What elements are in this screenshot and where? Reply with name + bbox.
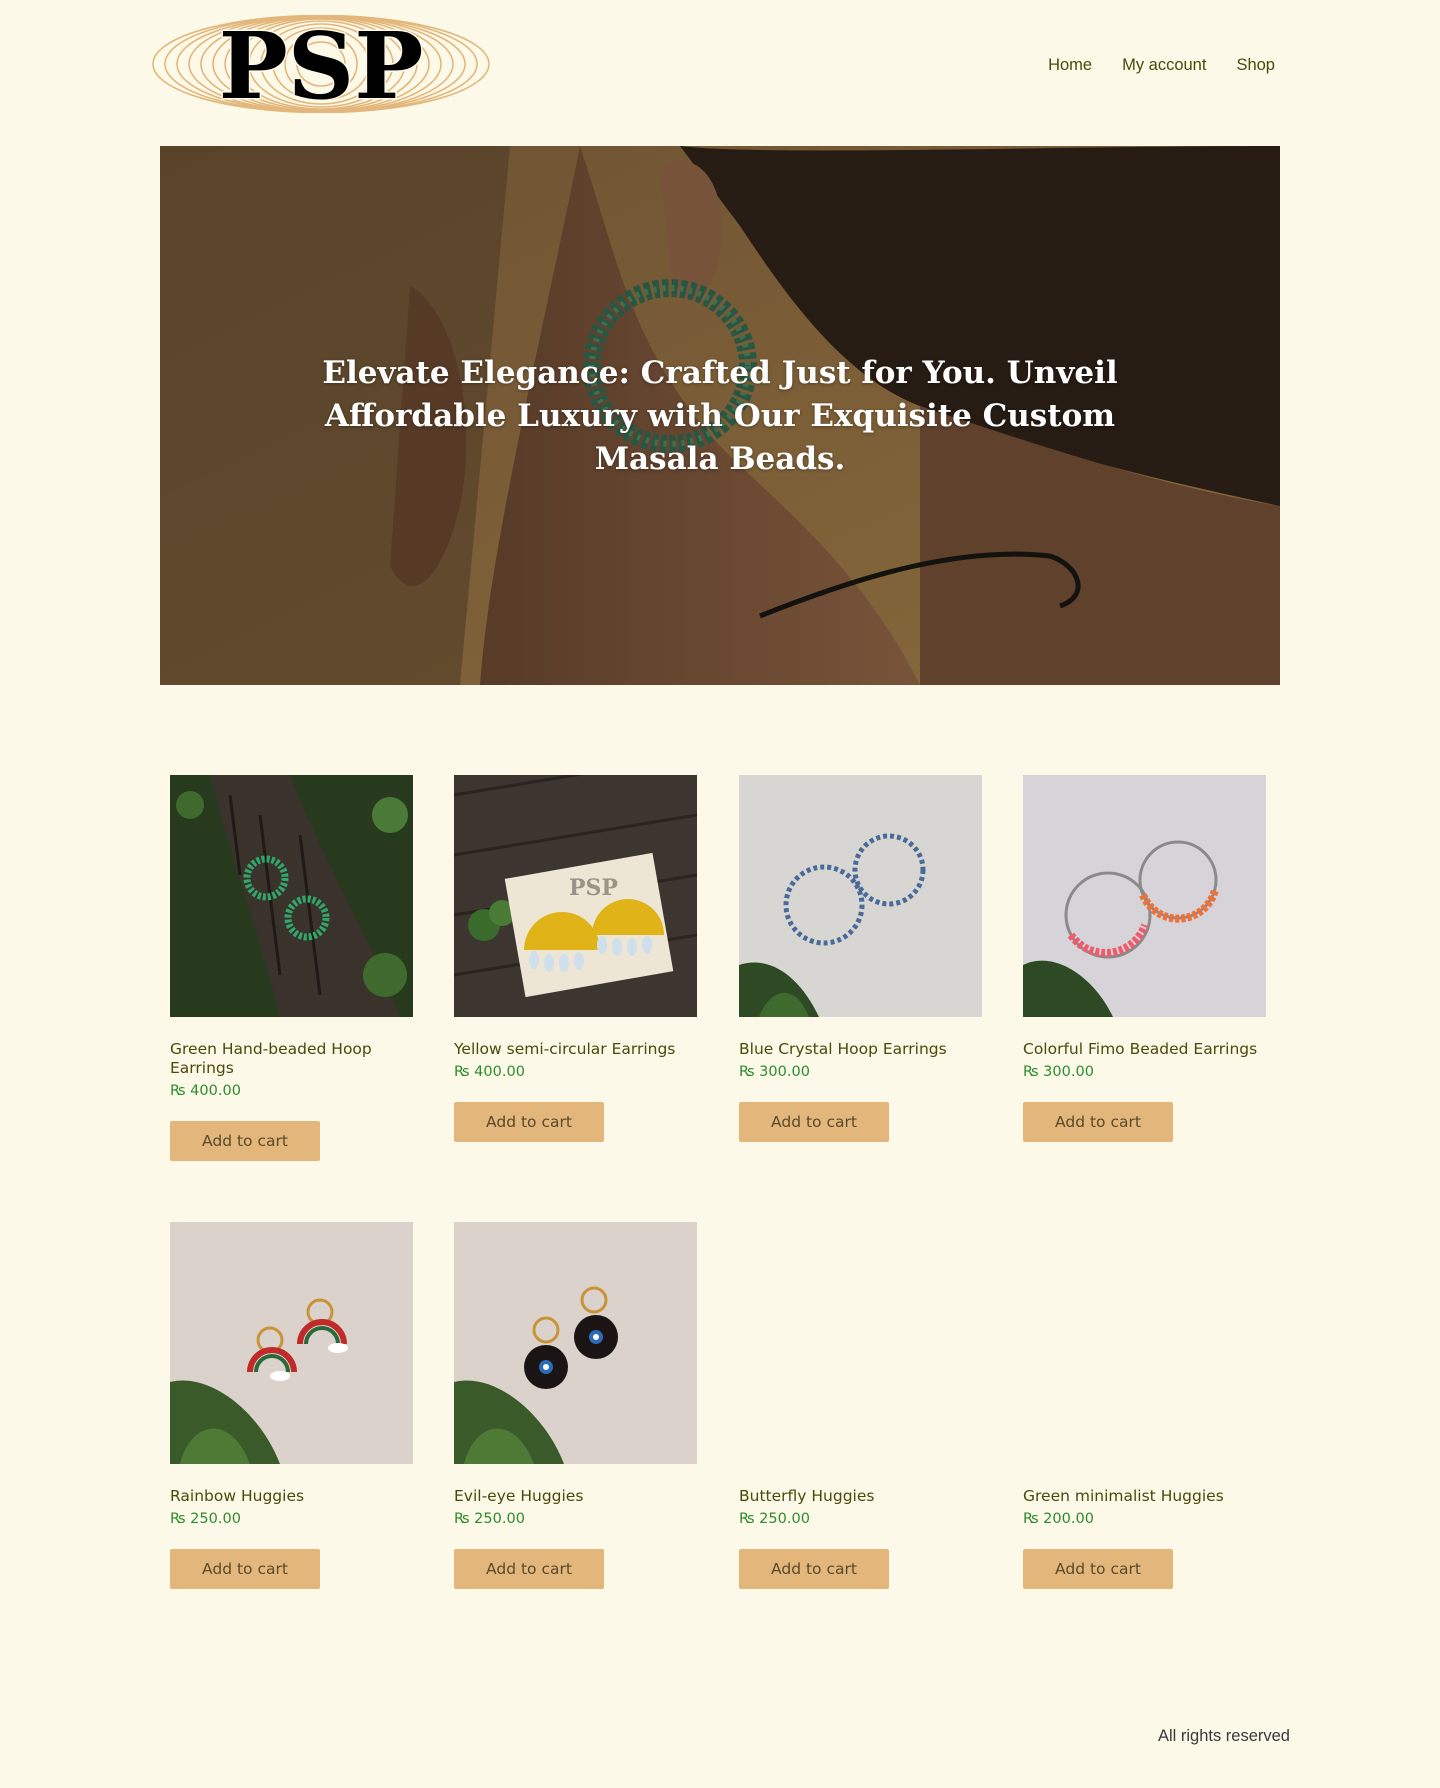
add-to-cart-button[interactable]: Add to cart bbox=[739, 1102, 889, 1142]
product-card: Colorful Fimo Beaded Earrings ₨ 300.00 A… bbox=[1023, 775, 1266, 1142]
product-price: ₨ 400.00 bbox=[454, 1064, 525, 1080]
nav-home[interactable]: Home bbox=[1048, 56, 1092, 75]
product-card: PSP Yellow semi-circular Earrings ₨ 400.… bbox=[454, 775, 697, 1142]
product-image[interactable] bbox=[739, 1222, 982, 1464]
svg-text:PSP: PSP bbox=[569, 875, 618, 901]
yellow-semicircular-earrings-photo: PSP bbox=[454, 775, 697, 1017]
product-price: ₨ 250.00 bbox=[454, 1511, 525, 1527]
product-card: Rainbow Huggies ₨ 250.00 Add to cart bbox=[170, 1222, 413, 1589]
add-to-cart-button[interactable]: Add to cart bbox=[170, 1121, 320, 1161]
product-price: ₨ 200.00 bbox=[1023, 1511, 1094, 1527]
product-image[interactable] bbox=[170, 1222, 413, 1464]
product-image[interactable]: PSP bbox=[454, 775, 697, 1017]
add-to-cart-button[interactable]: Add to cart bbox=[1023, 1102, 1173, 1142]
main-nav: Home My account Shop bbox=[1048, 56, 1275, 75]
fimo-beaded-hoops-photo bbox=[1023, 775, 1266, 1017]
product-image[interactable] bbox=[170, 775, 413, 1017]
product-price: ₨ 400.00 bbox=[170, 1083, 241, 1099]
footer-copyright: All rights reserved bbox=[1157, 1727, 1290, 1745]
product-title[interactable]: Green minimalist Huggies bbox=[1023, 1487, 1266, 1506]
product-price: ₨ 300.00 bbox=[1023, 1064, 1094, 1080]
product-price: ₨ 250.00 bbox=[739, 1511, 810, 1527]
product-title[interactable]: Rainbow Huggies bbox=[170, 1487, 413, 1506]
logo-graphic: PSP bbox=[152, 15, 490, 113]
product-card: Butterfly Huggies ₨ 250.00 Add to cart bbox=[739, 1222, 982, 1589]
rainbow-huggies-photo bbox=[170, 1222, 413, 1464]
evil-eye-huggies-photo bbox=[454, 1222, 697, 1464]
add-to-cart-button[interactable]: Add to cart bbox=[739, 1549, 889, 1589]
hero-heading: Elevate Elegance: Crafted Just for You. … bbox=[322, 355, 1118, 477]
product-image[interactable] bbox=[1023, 775, 1266, 1017]
nav-my-account[interactable]: My account bbox=[1122, 56, 1206, 75]
product-title[interactable]: Blue Crystal Hoop Earrings bbox=[739, 1040, 982, 1059]
product-title[interactable]: Butterfly Huggies bbox=[739, 1487, 982, 1506]
product-card: Blue Crystal Hoop Earrings ₨ 300.00 Add … bbox=[739, 775, 982, 1142]
site-logo[interactable]: PSP bbox=[150, 15, 492, 113]
nav-shop[interactable]: Shop bbox=[1236, 56, 1275, 75]
blue-crystal-hoops-photo bbox=[739, 775, 982, 1017]
product-title[interactable]: Colorful Fimo Beaded Earrings bbox=[1023, 1040, 1266, 1059]
product-image[interactable] bbox=[454, 1222, 697, 1464]
logo-text: PSP bbox=[219, 15, 424, 113]
product-title[interactable]: Evil-eye Huggies bbox=[454, 1487, 697, 1506]
add-to-cart-button[interactable]: Add to cart bbox=[454, 1102, 604, 1142]
product-image[interactable] bbox=[1023, 1222, 1266, 1464]
product-card: Evil-eye Huggies ₨ 250.00 Add to cart bbox=[454, 1222, 697, 1589]
hero-banner: Elevate Elegance: Crafted Just for You. … bbox=[160, 146, 1280, 685]
product-title[interactable]: Yellow semi-circular Earrings bbox=[454, 1040, 697, 1059]
site-footer: All rights reserved bbox=[1158, 1727, 1290, 1746]
add-to-cart-button[interactable]: Add to cart bbox=[1023, 1549, 1173, 1589]
product-title[interactable]: Green Hand-beaded Hoop Earrings bbox=[170, 1040, 413, 1078]
add-to-cart-button[interactable]: Add to cart bbox=[170, 1549, 320, 1589]
site-header: PSP Home My account Shop bbox=[0, 0, 1440, 130]
product-card: Green minimalist Huggies ₨ 200.00 Add to… bbox=[1023, 1222, 1266, 1589]
product-price: ₨ 300.00 bbox=[739, 1064, 810, 1080]
product-price: ₨ 250.00 bbox=[170, 1511, 241, 1527]
add-to-cart-button[interactable]: Add to cart bbox=[454, 1549, 604, 1589]
product-card: Green Hand-beaded Hoop Earrings ₨ 400.00… bbox=[170, 775, 413, 1161]
green-hoop-earrings-photo bbox=[170, 775, 413, 1017]
product-image[interactable] bbox=[739, 775, 982, 1017]
